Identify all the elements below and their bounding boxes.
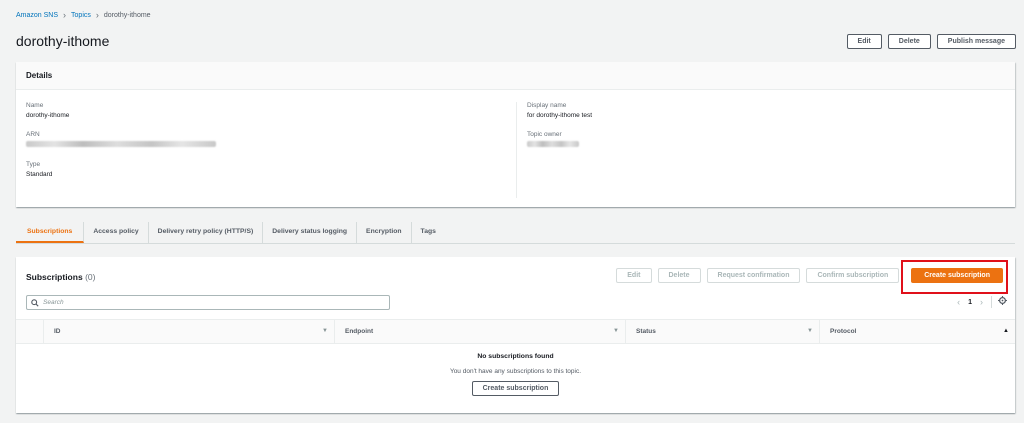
table-header: ID ▼ Endpoint ▼ Status ▼ Protocol ▲	[16, 319, 1015, 344]
details-right-column: Display name for dorothy-ithome test Top…	[516, 102, 996, 198]
tab-tags[interactable]: Tags	[412, 222, 445, 243]
highlight-box	[901, 260, 1008, 294]
search-icon	[31, 298, 39, 307]
arn-value-redacted	[26, 141, 506, 149]
column-protocol[interactable]: Protocol ▲	[820, 320, 1015, 343]
arn-label: ARN	[26, 131, 40, 138]
subscriptions-panel: Subscriptions (0) Edit Delete Request co…	[16, 257, 1015, 413]
column-endpoint-label: Endpoint	[345, 328, 374, 335]
type-field: Type Standard	[26, 161, 506, 178]
topic-owner-field: Topic owner	[527, 131, 996, 149]
details-left-column: Name dorothy-ithome ARN Type Standard	[26, 102, 506, 190]
column-id[interactable]: ID ▼	[44, 320, 335, 343]
arn-field: ARN	[26, 131, 506, 149]
tab-delivery-retry-policy[interactable]: Delivery retry policy (HTTP/S)	[149, 222, 264, 243]
chevron-right-icon: ›	[95, 10, 99, 20]
breadcrumb-topics[interactable]: Topics	[71, 12, 91, 19]
empty-state: No subscriptions found You don't have an…	[16, 353, 1015, 396]
subscriptions-heading: Subscriptions (0)	[26, 272, 95, 282]
name-field: Name dorothy-ithome	[26, 102, 506, 119]
breadcrumb-current: dorothy-ithome	[103, 12, 151, 19]
display-name-value: for dorothy-ithome test	[527, 112, 593, 119]
type-label: Type	[26, 161, 41, 168]
edit-topic-button[interactable]: Edit	[846, 34, 882, 49]
publish-message-button[interactable]: Publish message	[936, 34, 1016, 49]
subscriptions-count: (0)	[85, 272, 96, 282]
search-input[interactable]	[43, 299, 373, 306]
tab-delivery-status-logging[interactable]: Delivery status logging	[263, 222, 358, 243]
delete-subscription-button[interactable]: Delete	[657, 268, 701, 283]
request-confirmation-button[interactable]: Request confirmation	[706, 268, 801, 283]
empty-create-subscription-button[interactable]: Create subscription	[471, 381, 560, 396]
breadcrumb-amazon-sns[interactable]: Amazon SNS	[16, 12, 58, 19]
column-protocol-label: Protocol	[830, 328, 857, 335]
breadcrumb: Amazon SNS › Topics › dorothy-ithome	[16, 10, 151, 20]
page-number[interactable]: 1	[968, 299, 972, 306]
next-page-icon[interactable]: ›	[980, 297, 983, 307]
tab-subscriptions[interactable]: Subscriptions	[16, 222, 85, 243]
details-heading: Details	[16, 62, 1015, 90]
details-panel: Details Name dorothy-ithome ARN Type Sta…	[16, 62, 1015, 207]
type-value: Standard	[26, 171, 53, 178]
previous-page-icon[interactable]: ‹	[957, 297, 960, 307]
tab-encryption[interactable]: Encryption	[357, 222, 412, 243]
pagination: ‹ 1 ›	[957, 296, 1007, 308]
confirm-subscription-button[interactable]: Confirm subscription	[806, 268, 900, 283]
column-endpoint[interactable]: Endpoint ▼	[335, 320, 626, 343]
name-label: Name	[26, 102, 44, 109]
subscriptions-title: Subscriptions	[26, 272, 83, 282]
column-id-label: ID	[54, 328, 61, 335]
display-name-field: Display name for dorothy-ithome test	[527, 102, 996, 119]
search-box	[26, 295, 390, 310]
edit-subscription-button[interactable]: Edit	[616, 268, 652, 283]
column-status[interactable]: Status ▼	[626, 320, 820, 343]
name-value: dorothy-ithome	[26, 112, 70, 119]
topic-owner-label: Topic owner	[527, 131, 562, 138]
header-actions: Edit Delete Publish message	[846, 34, 1016, 49]
sort-icon[interactable]: ▼	[322, 328, 328, 334]
column-status-label: Status	[636, 328, 656, 335]
topic-tabs: Subscriptions Access policy Delivery ret…	[16, 222, 1015, 244]
topic-owner-value-redacted	[527, 141, 996, 149]
empty-text: You don't have any subscriptions to this…	[449, 368, 582, 375]
select-column	[16, 320, 44, 343]
empty-title: No subscriptions found	[477, 353, 554, 360]
display-name-label: Display name	[527, 102, 567, 109]
gear-icon[interactable]	[991, 296, 1007, 308]
sort-ascending-icon[interactable]: ▲	[1003, 328, 1009, 334]
page-title: dorothy-ithome	[16, 33, 110, 49]
delete-topic-button[interactable]: Delete	[887, 34, 931, 49]
tab-access-policy[interactable]: Access policy	[84, 222, 149, 243]
chevron-right-icon: ›	[63, 10, 67, 20]
sort-icon[interactable]: ▼	[613, 328, 619, 334]
sort-icon[interactable]: ▼	[807, 328, 813, 334]
